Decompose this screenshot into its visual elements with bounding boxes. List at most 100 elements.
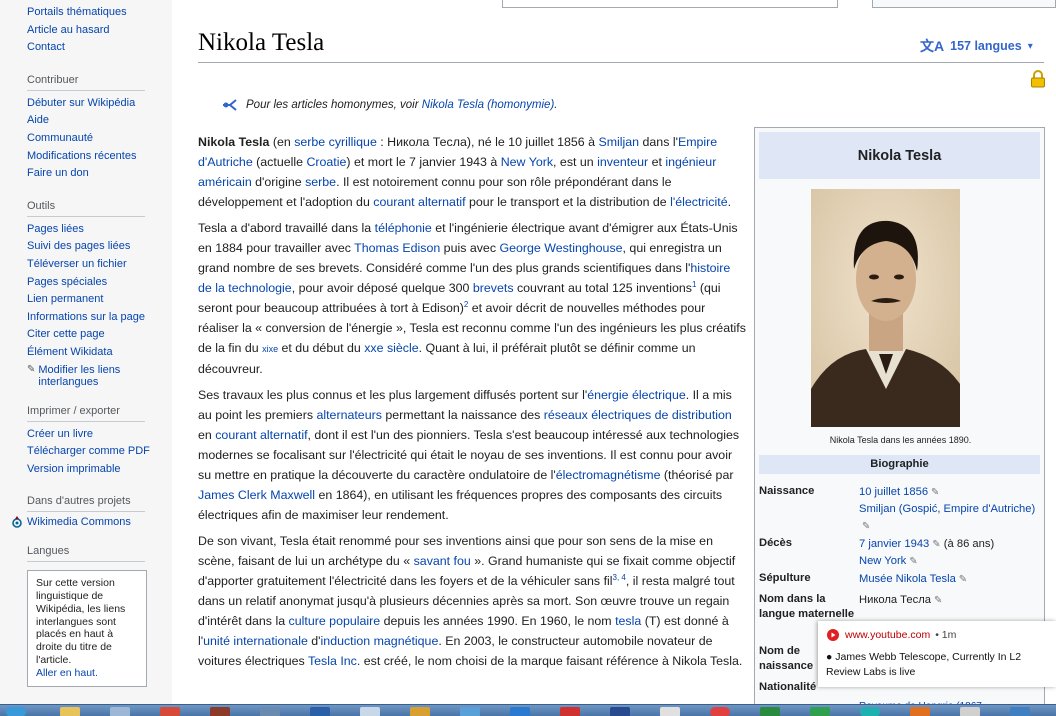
sidebar-item-printable[interactable]: Version imprimable bbox=[27, 461, 172, 479]
link-19th-century[interactable]: xixe bbox=[262, 344, 278, 354]
sidebar-item-linked-pages[interactable]: Pages liées bbox=[27, 221, 172, 239]
sidebar-item-download-pdf[interactable]: Télécharger comme PDF bbox=[27, 443, 172, 461]
chevron-down-icon: ▾ bbox=[1027, 40, 1033, 52]
taskbar-app-opera[interactable] bbox=[710, 707, 730, 716]
link-telephonie[interactable]: téléphonie bbox=[375, 221, 432, 235]
taskbar-app[interactable] bbox=[660, 707, 680, 716]
sidebar-item-cite[interactable]: Citer cette page bbox=[27, 326, 172, 344]
link-birth-place[interactable]: Smiljan (Gospić, Empire d'Autriche) bbox=[859, 503, 1035, 515]
link-george-westinghouse[interactable]: George Westinghouse bbox=[499, 241, 622, 255]
taskbar-app[interactable] bbox=[610, 707, 630, 716]
sidebar-item-related-changes[interactable]: Suivi des pages liées bbox=[27, 238, 172, 256]
taskbar-app[interactable] bbox=[160, 707, 180, 716]
notification-time: • 1m bbox=[935, 629, 957, 641]
go-to-top-link[interactable]: Aller en haut. bbox=[36, 667, 138, 680]
sidebar-item-permalink[interactable]: Lien permanent bbox=[27, 291, 172, 309]
pencil-icon[interactable]: ✎ bbox=[931, 487, 939, 498]
taskbar-app[interactable] bbox=[560, 707, 580, 716]
infobox-caption: Nikola Tesla dans les années 1890. bbox=[829, 435, 972, 445]
sidebar-item-page-info[interactable]: Informations sur la page bbox=[27, 309, 172, 327]
link-thomas-edison[interactable]: Thomas Edison bbox=[354, 241, 440, 255]
lock-icon[interactable] bbox=[1030, 70, 1046, 88]
sidebar-header-projects: Dans d'autres projets bbox=[27, 493, 145, 513]
link-serbe-cyrillique[interactable]: serbe cyrillique bbox=[294, 135, 377, 149]
taskbar-app-excel[interactable] bbox=[760, 707, 780, 716]
link-inventeur[interactable]: inventeur bbox=[597, 155, 648, 169]
wikimedia-commons-icon bbox=[12, 516, 22, 529]
link-death-place[interactable]: New York bbox=[859, 555, 906, 567]
pencil-icon[interactable]: ✎ bbox=[934, 595, 942, 606]
link-unite-internationale[interactable]: unité internationale bbox=[203, 634, 308, 648]
link-smiljan[interactable]: Smiljan bbox=[598, 135, 639, 149]
link-serbe[interactable]: serbe bbox=[305, 175, 336, 189]
link-electromagnetisme[interactable]: électromagnétisme bbox=[556, 468, 661, 482]
taskbar-app[interactable] bbox=[110, 707, 130, 716]
link-tesla-inc[interactable]: Tesla Inc. bbox=[308, 654, 360, 668]
link-birth-date[interactable]: 10 juillet 1856 bbox=[859, 486, 928, 498]
footnote-3-4[interactable]: 3, 4 bbox=[613, 573, 626, 582]
link-alternateurs[interactable]: alternateurs bbox=[316, 408, 381, 422]
taskbar-app[interactable] bbox=[210, 707, 230, 716]
link-maxwell[interactable]: James Clerk Maxwell bbox=[198, 488, 315, 502]
link-new-york[interactable]: New York bbox=[501, 155, 553, 169]
pencil-icon[interactable]: ✎ bbox=[909, 556, 917, 567]
sidebar-item-donate[interactable]: Faire un don bbox=[27, 165, 172, 183]
link-induction-magnetique[interactable]: induction magnétique bbox=[321, 634, 439, 648]
sidebar-item-portails[interactable]: Portails thématiques bbox=[27, 4, 172, 22]
taskbar-app[interactable] bbox=[1010, 707, 1030, 716]
notification-popup[interactable]: www.youtube.com • 1m ● James Webb Telesc… bbox=[818, 621, 1056, 687]
link-culture-populaire[interactable]: culture populaire bbox=[289, 614, 381, 628]
sidebar: Portails thématiques Article au hasard C… bbox=[0, 0, 172, 716]
taskbar-app[interactable] bbox=[860, 707, 880, 716]
taskbar-app[interactable] bbox=[260, 707, 280, 716]
sidebar-item-upload[interactable]: Téléverser un fichier bbox=[27, 256, 172, 274]
pencil-icon[interactable]: ✎ bbox=[932, 539, 940, 550]
link-savant-fou[interactable]: savant fou bbox=[414, 554, 471, 568]
paragraph-legacy: De son vivant, Tesla était renommé pour … bbox=[198, 534, 743, 668]
sidebar-header-languages: Langues bbox=[27, 543, 145, 563]
sidebar-item-random-article[interactable]: Article au hasard bbox=[27, 22, 172, 40]
pencil-icon[interactable]: ✎ bbox=[959, 574, 967, 585]
link-reseaux-electriques[interactable]: réseaux électriques de distribution bbox=[544, 408, 732, 422]
taskbar-app[interactable] bbox=[810, 707, 830, 716]
link-courant-alternatif[interactable]: courant alternatif bbox=[373, 195, 465, 209]
link-death-date[interactable]: 7 janvier 1943 bbox=[859, 538, 929, 550]
infobox-section-biography: Biographie bbox=[759, 455, 1040, 474]
taskbar-app[interactable] bbox=[410, 707, 430, 716]
link-tesla-unit[interactable]: tesla bbox=[615, 614, 641, 628]
sidebar-item-contact[interactable]: Contact bbox=[27, 39, 172, 57]
taskbar-app[interactable] bbox=[510, 707, 530, 716]
sidebar-header-contribute: Contribuer bbox=[27, 72, 145, 91]
sidebar-item-special-pages[interactable]: Pages spéciales bbox=[27, 274, 172, 292]
sidebar-item-recent-changes[interactable]: Modifications récentes bbox=[27, 148, 172, 166]
taskbar-app-explorer[interactable] bbox=[60, 707, 80, 716]
link-20th-century[interactable]: xxe siècle bbox=[364, 341, 418, 355]
sidebar-item-edit-interlanguage[interactable]: ✎ Modifier les liens interlangues bbox=[27, 364, 172, 388]
commons-label: Wikimedia Commons bbox=[27, 516, 131, 529]
taskbar-app-word[interactable] bbox=[310, 707, 330, 716]
taskbar-app[interactable] bbox=[910, 707, 930, 716]
portrait-photo[interactable] bbox=[811, 189, 960, 427]
taskbar-app[interactable] bbox=[460, 707, 480, 716]
languages-button[interactable]: 文A 157 langues ▾ bbox=[920, 36, 1033, 56]
notification-source: www.youtube.com bbox=[845, 629, 931, 641]
taskbar-app[interactable] bbox=[960, 707, 980, 716]
sidebar-item-commons[interactable]: Wikimedia Commons bbox=[11, 516, 172, 528]
taskbar-app[interactable] bbox=[360, 707, 380, 716]
link-courant-alternatif-2[interactable]: courant alternatif bbox=[215, 428, 307, 442]
pencil-icon[interactable]: ✎ bbox=[862, 521, 870, 532]
sidebar-item-wikidata[interactable]: Élément Wikidata bbox=[27, 344, 172, 362]
link-museum[interactable]: Musée Nikola Tesla bbox=[859, 573, 956, 585]
sidebar-item-help[interactable]: Aide bbox=[27, 112, 172, 130]
sidebar-item-start[interactable]: Débuter sur Wikipédia bbox=[27, 95, 172, 113]
label-birth: Naissance bbox=[759, 485, 815, 497]
sidebar-item-community[interactable]: Communauté bbox=[27, 130, 172, 148]
link-electricite[interactable]: l'électricité bbox=[670, 195, 727, 209]
notification-message: ● James Webb Telescope, Currently In L2 … bbox=[826, 651, 1022, 678]
link-croatie[interactable]: Croatie bbox=[306, 155, 346, 169]
sidebar-item-create-book[interactable]: Créer un livre bbox=[27, 426, 172, 444]
start-button[interactable] bbox=[6, 707, 26, 716]
link-energie-electrique[interactable]: énergie électrique bbox=[587, 388, 686, 402]
hatnote-link[interactable]: Nikola Tesla (homonymie) bbox=[422, 99, 555, 111]
link-brevets[interactable]: brevets bbox=[473, 281, 514, 295]
